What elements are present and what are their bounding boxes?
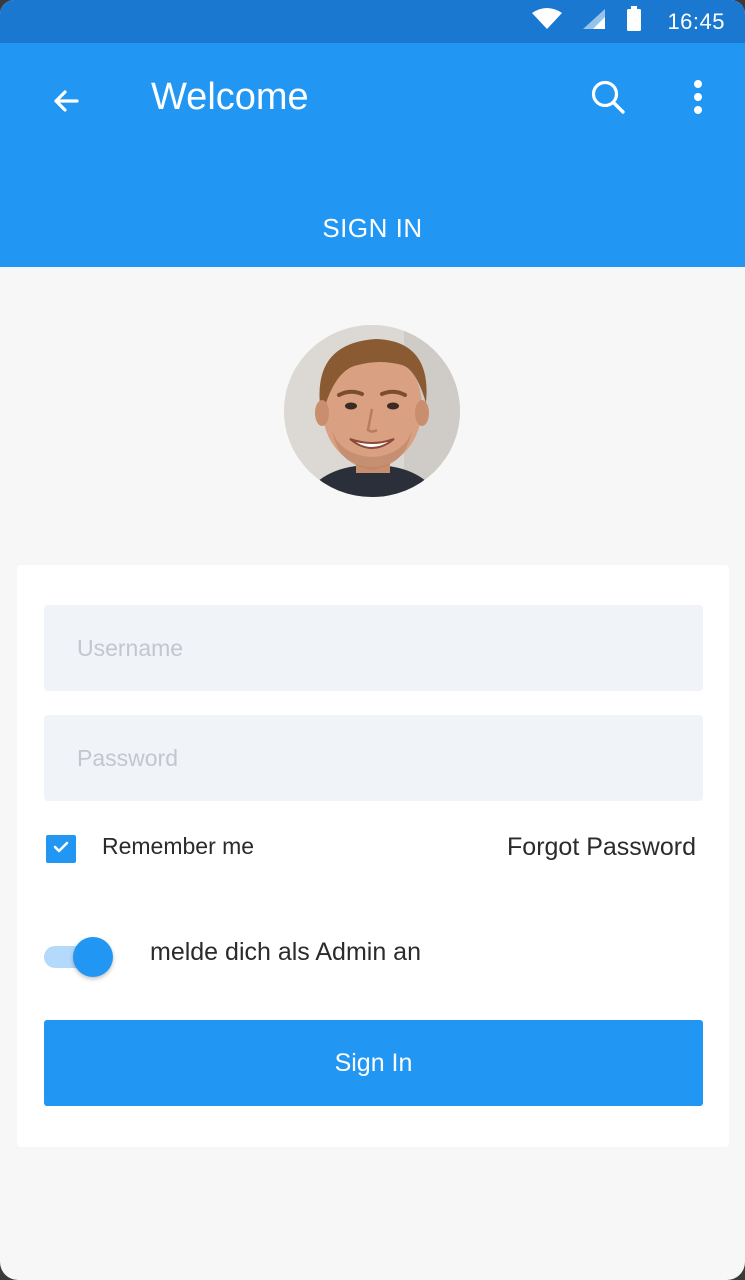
wifi-icon [531, 7, 563, 36]
username-input[interactable] [44, 605, 703, 691]
phone-screen: 16:45 Welcome SIGN IN Username Remember … [0, 0, 745, 1280]
avatar [284, 325, 460, 497]
sign-in-card: Remember me Forgot Password melde dich a… [17, 565, 729, 1147]
back-button[interactable] [42, 79, 90, 127]
page-title: Welcome [151, 76, 309, 118]
admin-toggle-label: melde dich als Admin an [150, 938, 421, 966]
check-icon [52, 839, 70, 860]
remember-me-checkbox[interactable] [46, 835, 76, 863]
forgot-password-link[interactable]: Forgot Password [507, 833, 696, 862]
arrow-left-icon [51, 86, 81, 121]
more-options-button[interactable] [676, 73, 720, 125]
status-bar: 16:45 [0, 0, 745, 43]
remember-me-label: Remember me [102, 833, 255, 859]
status-icons: 16:45 [531, 0, 725, 43]
password-input[interactable] [44, 715, 703, 801]
more-vert-icon [692, 79, 704, 120]
tab-sign-in[interactable]: SIGN IN [0, 213, 745, 244]
status-time: 16:45 [667, 8, 725, 34]
app-bar: Welcome SIGN IN [0, 43, 745, 267]
sign-in-button[interactable]: Sign In [44, 1020, 703, 1106]
admin-toggle[interactable] [44, 937, 116, 977]
toggle-thumb [73, 937, 113, 977]
signal-icon [581, 7, 607, 36]
search-button[interactable] [582, 73, 634, 125]
search-icon [588, 77, 628, 122]
battery-icon [625, 5, 643, 38]
avatar-photo [284, 325, 460, 497]
